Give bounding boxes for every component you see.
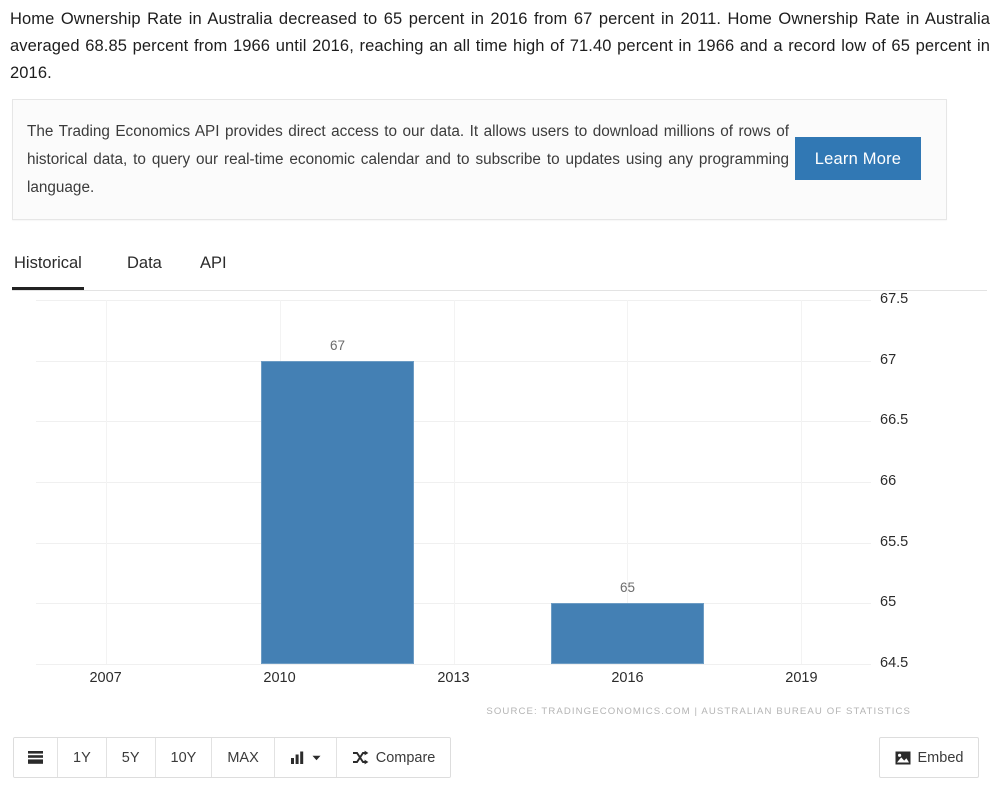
chart-bar-value-label: 67 [330,337,346,353]
tab-bar: Historical Data API [12,243,987,291]
tab-api[interactable]: API [198,243,229,290]
chart-gridline-vertical [453,300,455,664]
chart-toolbar: 1Y 5Y 10Y MAX Compare [13,737,452,778]
chart-container[interactable]: 67 65 67.5 67 66.5 66 65.5 65 64.5 2007 2010 2013… [12,291,987,725]
chevron-down-icon [312,755,321,761]
chart-y-tick-label: 66.5 [880,412,909,429]
toolbar-range-max-label: MAX [227,749,259,766]
chart-y-tick-label: 67 [880,351,897,368]
toolbar-chart-type-button[interactable] [274,738,337,777]
chart-y-tick-label: 67.5 [880,291,909,307]
learn-more-button[interactable]: Learn More [795,137,921,180]
chart-gridline-vertical [801,300,803,664]
shuffle-icon [352,750,369,765]
toolbar-compare-button[interactable]: Compare [336,738,451,777]
chart-source-note: SOURCE: TRADINGECONOMICS.COM | AUSTRALIA… [486,706,911,717]
intro-paragraph: Home Ownership Rate in Australia decreas… [10,10,990,82]
toolbar-range-1y-label: 1Y [73,749,91,766]
chart-x-tick-label: 2019 [785,670,818,686]
chart-x-tick-label: 2010 [263,670,296,686]
list-icon [27,750,44,766]
toolbar-range-10y-button[interactable]: 10Y [155,738,213,777]
chart-bar-value-label: 65 [619,580,635,596]
toolbar-list-view-button[interactable] [14,738,58,777]
toolbar-range-max-button[interactable]: MAX [212,738,275,777]
chart-plot-area: 67 65 [36,300,871,665]
chart-y-tick-label: 64.5 [880,655,909,671]
chart-y-tick-label: 65.5 [880,533,909,550]
chart-x-tick-label: 2013 [437,670,470,686]
toolbar-range-1y-button[interactable]: 1Y [58,738,107,777]
toolbar-range-5y-label: 5Y [121,749,140,766]
toolbar-range-5y-button[interactable]: 5Y [106,738,156,777]
image-icon [895,751,911,765]
api-promo-box: The Trading Economics API provides direc… [12,99,947,220]
tab-data[interactable]: Data [125,243,164,290]
tab-historical[interactable]: Historical [12,243,84,290]
api-promo-text: The Trading Economics API provides direc… [27,123,789,196]
chart-x-tick-label: 2007 [89,670,122,686]
toolbar-compare-label: Compare [375,749,436,766]
embed-button[interactable]: Embed [879,737,979,778]
chart-bar[interactable] [260,360,415,664]
chart-y-tick-label: 66 [880,473,897,489]
chart-x-tick-label: 2016 [611,670,644,686]
chart-bar[interactable] [550,603,705,664]
toolbar-range-10y-label: 10Y [170,749,197,766]
bar-chart-icon [290,751,305,765]
page-root: Home Ownership Rate in Australia decreas… [0,0,1000,802]
embed-label: Embed [917,749,964,766]
chart-gridline-horizontal [36,664,871,665]
chart-y-tick-label: 65 [880,594,897,611]
chart-gridline-vertical [105,300,107,664]
